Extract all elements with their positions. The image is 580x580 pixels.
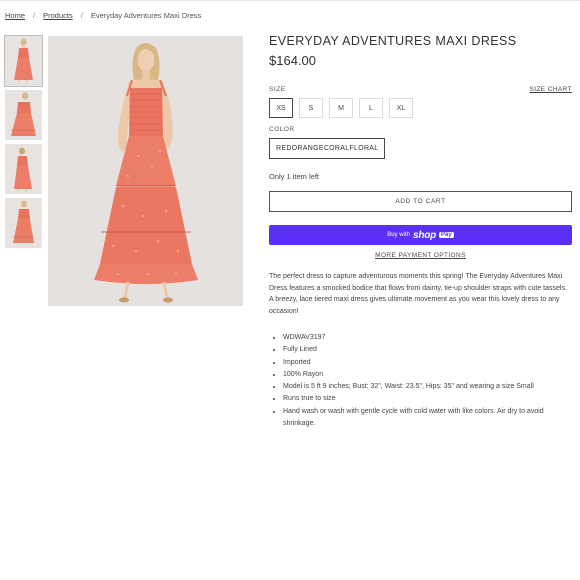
size-options: XS S M L XL	[269, 98, 572, 118]
header-divider	[0, 0, 580, 4]
product-info: EVERYDAY ADVENTURES MAXI DRESS $164.00 S…	[269, 34, 572, 430]
breadcrumb-products-link[interactable]: Products	[43, 11, 73, 20]
size-chart-link[interactable]: SIZE CHART	[529, 86, 572, 93]
size-option-m[interactable]: M	[329, 98, 353, 118]
breadcrumb-separator: /	[33, 11, 36, 20]
detail-item: Model is 5 ft 9 inches; Bust: 32", Waist…	[283, 381, 572, 393]
size-header: SIZE SIZE CHART	[269, 86, 572, 93]
shop-pay-badge: Pay	[439, 232, 454, 238]
product-price: $164.00	[269, 53, 316, 68]
detail-item: Hand wash or wash with gentle cycle with…	[283, 406, 572, 431]
breadcrumb-home-link[interactable]: Home	[5, 11, 25, 20]
breadcrumb: Home / Products / Everyday Adventures Ma…	[5, 11, 201, 20]
detail-item: Fully Lined	[283, 344, 572, 356]
detail-item: Runs true to size	[283, 393, 572, 405]
size-label: SIZE	[269, 86, 286, 93]
size-option-xs[interactable]: XS	[269, 98, 293, 118]
detail-item: Imported	[283, 357, 572, 369]
breadcrumb-current: Everyday Adventures Maxi Dress	[90, 11, 202, 20]
more-payment-options-link[interactable]: MORE PAYMENT OPTIONS	[269, 252, 572, 259]
product-description: The perfect dress to capture adventurous…	[269, 273, 567, 315]
thumbnail-gallery	[4, 35, 43, 252]
thumbnail-4[interactable]	[5, 198, 42, 248]
thumbnail-3[interactable]	[5, 144, 42, 194]
shop-pay-with-text: Buy with	[387, 232, 410, 238]
color-label: COLOR	[269, 126, 295, 133]
size-option-xl[interactable]: XL	[389, 98, 413, 118]
product-details-list: WDWAV3197 Fully Lined Imported 100% Rayo…	[269, 332, 572, 430]
size-option-l[interactable]: L	[359, 98, 383, 118]
stock-status: Only 1 item left	[269, 172, 320, 181]
shop-pay-button[interactable]: Buy with shop Pay	[269, 225, 572, 245]
breadcrumb-separator: /	[80, 11, 83, 20]
add-to-cart-button[interactable]: ADD TO CART	[269, 191, 572, 212]
shop-pay-logo: shop	[412, 229, 437, 241]
detail-item: 100% Rayon	[283, 369, 572, 381]
product-title: EVERYDAY ADVENTURES MAXI DRESS	[269, 34, 517, 48]
thumbnail-1[interactable]	[4, 35, 43, 87]
color-option-redorangecoralfloral[interactable]: REDORANGECORALFLORAL	[269, 138, 386, 159]
product-main-image[interactable]	[48, 36, 243, 306]
detail-item: WDWAV3197	[283, 332, 572, 344]
thumbnail-2[interactable]	[5, 90, 42, 140]
size-option-s[interactable]: S	[299, 98, 323, 118]
